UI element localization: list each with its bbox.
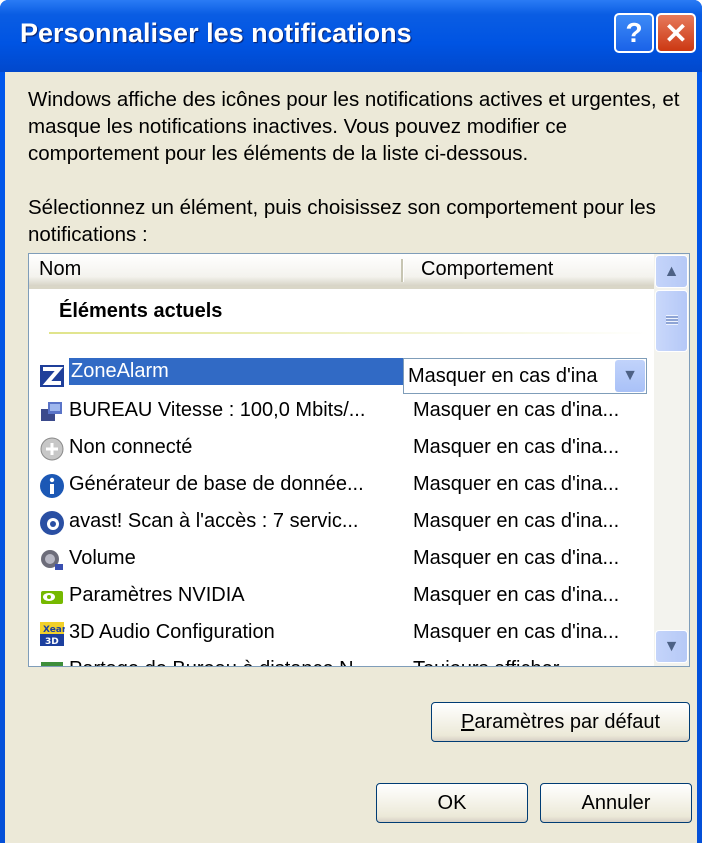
list-header: Nom Comportement <box>29 254 654 289</box>
behavior-dropdown[interactable]: Masquer en cas d'ina ▼ <box>403 358 647 394</box>
list-item[interactable]: Paramètres NVIDIA Masquer en cas d'ina..… <box>29 579 654 616</box>
svg-text:Xear: Xear <box>43 625 65 635</box>
item-name: avast! Scan à l'accès : 7 servic... <box>69 510 359 532</box>
item-behavior: Masquer en cas d'ina... <box>413 621 620 643</box>
column-divider[interactable] <box>401 259 404 282</box>
disconnected-icon <box>40 437 64 461</box>
dialog-body: Windows affiche des icônes pour les noti… <box>5 72 697 843</box>
group-label: Éléments actuels <box>59 300 223 322</box>
item-name: Générateur de base de donnée... <box>69 473 364 495</box>
item-name: Paramètres NVIDIA <box>69 584 245 606</box>
scroll-thumb[interactable] <box>655 290 688 352</box>
list-item[interactable]: Générateur de base de donnée... Masquer … <box>29 468 654 505</box>
item-behavior: Masquer en cas d'ina... <box>413 399 620 421</box>
scroll-down-button[interactable]: ▼ <box>655 630 688 663</box>
avast-icon <box>40 511 64 535</box>
title-bar[interactable]: Personnaliser les notifications ? ✕ <box>0 0 702 72</box>
item-name: Non connecté <box>69 436 193 458</box>
list-item[interactable]: Volume Masquer en cas d'ina... <box>29 542 654 579</box>
list-item-zonealarm[interactable]: ZoneAlarm Masquer en cas d'ina ▼ <box>29 358 654 395</box>
item-name: ZoneAlarm <box>69 358 405 385</box>
item-behavior: Masquer en cas d'ina... <box>413 584 620 606</box>
item-name: 3D Audio Configuration <box>69 621 275 643</box>
remote-desktop-icon <box>41 662 63 666</box>
svg-text:3D: 3D <box>45 637 59 647</box>
volume-icon <box>41 550 63 570</box>
list-item[interactable]: Partage de Bureau à distance N... Toujou… <box>29 653 654 666</box>
zonealarm-icon <box>40 365 64 387</box>
item-name: BUREAU Vitesse : 100,0 Mbits/... <box>69 399 366 421</box>
window-title: Personnaliser les notifications <box>20 18 412 48</box>
group-divider <box>49 332 649 334</box>
item-behavior: Toujours afficher <box>413 658 559 666</box>
cancel-button[interactable]: Annuler <box>540 783 692 823</box>
column-header-name[interactable]: Nom <box>39 258 81 281</box>
item-behavior: Masquer en cas d'ina... <box>413 510 620 532</box>
info-icon <box>40 474 64 498</box>
restore-defaults-label: aramètres par défaut <box>474 710 660 733</box>
item-name: Volume <box>69 547 136 569</box>
accelerator-key: P <box>461 710 475 733</box>
help-button[interactable]: ? <box>614 13 654 53</box>
item-behavior: Masquer en cas d'ina... <box>413 473 620 495</box>
ok-button[interactable]: OK <box>376 783 528 823</box>
item-behavior: Masquer en cas d'ina... <box>413 547 620 569</box>
list-item[interactable]: Non connecté Masquer en cas d'ina... <box>29 431 654 468</box>
chevron-down-icon[interactable]: ▼ <box>615 360 645 392</box>
behavior-dropdown-value: Masquer en cas d'ina <box>408 365 598 387</box>
instruction-text: Sélectionnez un élément, puis choisissez… <box>28 196 656 246</box>
xear-icon: Xear 3D <box>40 622 65 647</box>
nvidia-icon <box>41 591 63 604</box>
intro-text: Windows affiche des icônes pour les noti… <box>28 88 680 165</box>
column-header-behavior[interactable]: Comportement <box>421 258 553 281</box>
restore-defaults-button[interactable]: Paramètres par défaut <box>431 702 690 742</box>
vertical-scrollbar[interactable]: ▲ ▼ <box>654 254 689 666</box>
notification-list[interactable]: Nom Comportement Éléments actuels ZoneAl… <box>28 253 690 667</box>
item-name: Partage de Bureau à distance N... <box>69 658 370 666</box>
close-button[interactable]: ✕ <box>656 13 696 53</box>
network-icon <box>41 402 62 421</box>
list-item[interactable]: BUREAU Vitesse : 100,0 Mbits/... Masquer… <box>29 394 654 431</box>
list-item[interactable]: Xear 3D 3D Audio Configuration Masquer e… <box>29 616 654 653</box>
scroll-up-button[interactable]: ▲ <box>655 255 688 288</box>
item-behavior: Masquer en cas d'ina... <box>413 436 620 458</box>
list-item[interactable]: avast! Scan à l'accès : 7 servic... Masq… <box>29 505 654 542</box>
dialog-window: Personnaliser les notifications ? ✕ Wind… <box>0 0 702 843</box>
